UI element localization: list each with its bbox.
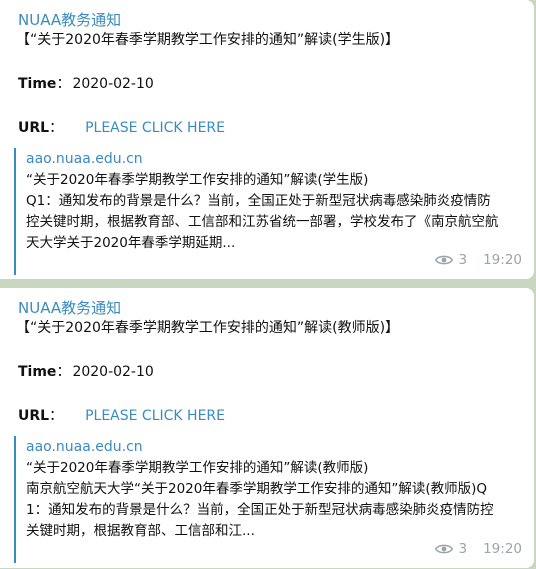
preview-site: aao.nuaa.edu.cn	[26, 151, 143, 167]
preview-site: aao.nuaa.edu.cn	[26, 439, 143, 455]
url-label: URL	[18, 408, 50, 424]
time-value: 2020-02-10	[72, 76, 154, 92]
sender-name[interactable]: NUAA教务通知	[18, 298, 534, 318]
url-link[interactable]: PLEASE CLICK HERE	[85, 408, 225, 424]
url-separator: ：	[49, 120, 64, 136]
url-label: URL	[18, 120, 50, 136]
time-separator: ：	[56, 76, 71, 92]
message-card: NUAA教务通知 【“关于2020年春季学期教学工作安排的通知”解读(教师版)】…	[0, 288, 534, 568]
message-headline: 【“关于2020年春季学期教学工作安排的通知”解读(教师版)】	[16, 320, 400, 336]
message-feed: NUAA教务通知 【“关于2020年春季学期教学工作安排的通知”解读(学生版)】…	[0, 0, 536, 569]
eye-icon	[434, 544, 453, 554]
url-row: URL： PLEASE CLICK HERE	[18, 118, 534, 138]
preview-description: Q1：通知发布的背景是什么？当前，全国正处于新型冠状病毒感染肺炎疫情防控关键时期…	[26, 193, 499, 251]
preview-title: “关于2020年春季学期教学工作安排的通知”解读(教师版)	[26, 460, 369, 476]
preview-title: “关于2020年春季学期教学工作安排的通知”解读(学生版)	[26, 172, 369, 188]
url-link[interactable]: PLEASE CLICK HERE	[85, 120, 225, 136]
link-preview[interactable]: aao.nuaa.edu.cn “关于2020年春季学期教学工作安排的通知”解读…	[14, 148, 504, 275]
view-count: 3	[458, 541, 468, 557]
url-row: URL： PLEASE CLICK HERE	[18, 406, 534, 426]
time-value: 2020-02-10	[72, 364, 154, 380]
time-label: Time	[18, 364, 57, 380]
message-timestamp: 19:20	[483, 541, 522, 557]
time-label: Time	[18, 76, 57, 92]
time-row: Time： 2020-02-10	[18, 362, 534, 382]
time-row: Time： 2020-02-10	[18, 74, 534, 94]
link-preview[interactable]: aao.nuaa.edu.cn “关于2020年春季学期教学工作安排的通知”解读…	[14, 436, 504, 563]
eye-icon	[434, 255, 453, 265]
message-meta: 3 19:20	[434, 540, 522, 558]
message-meta: 3 19:20	[434, 251, 522, 269]
url-separator: ：	[49, 408, 64, 424]
message-headline: 【“关于2020年春季学期教学工作安排的通知”解读(学生版)】	[16, 32, 400, 48]
preview-description: 南京航空航天大学“关于2020年春季学期教学工作安排的通知”解读(教师版)Q1：…	[26, 481, 494, 539]
sender-name[interactable]: NUAA教务通知	[18, 10, 534, 30]
view-count: 3	[458, 252, 468, 268]
message-timestamp: 19:20	[483, 252, 522, 268]
message-card: NUAA教务通知 【“关于2020年春季学期教学工作安排的通知”解读(学生版)】…	[0, 0, 534, 279]
time-separator: ：	[56, 364, 71, 380]
